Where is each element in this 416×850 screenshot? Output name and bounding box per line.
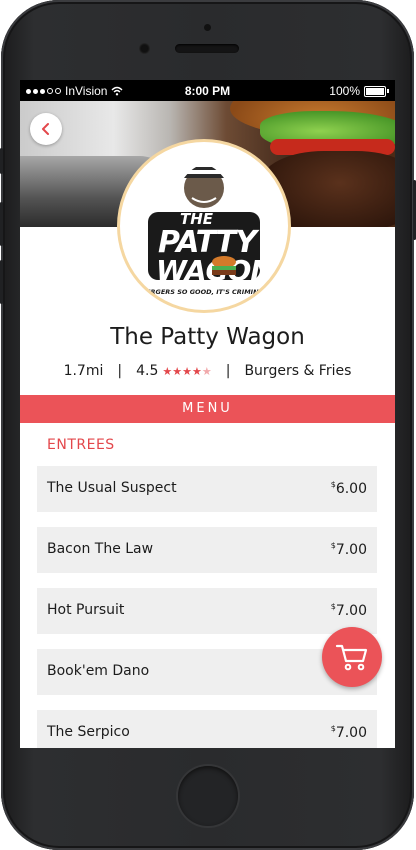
logo-tagline: BURGERS SO GOOD, IT'S CRIMINAL [140, 288, 267, 296]
rating-value: 4.5 [136, 363, 159, 379]
logo-artwork: THE PATTY WAGON BURGERS SO GOOD, IT'S CR… [140, 164, 274, 296]
menu-item[interactable]: Bacon The Law $7.00 [37, 527, 377, 573]
star-icon: ★ [172, 364, 183, 378]
menu-header-bar: MENU [20, 395, 395, 423]
restaurant-name: The Patty Wagon [110, 324, 305, 350]
menu-item-name: The Serpico [47, 724, 130, 740]
meta-separator: | [117, 363, 123, 379]
volume-up-button [0, 202, 3, 246]
mute-switch [0, 148, 3, 174]
star-half-icon: ★ [201, 364, 212, 378]
menu-item[interactable]: The Serpico $7.00 [37, 710, 377, 748]
device: InVision 8:00 PM 100% THE PATTY BURGERS … [0, 0, 416, 850]
category-label: Burgers & Fries [244, 363, 352, 379]
status-right: 100% [329, 84, 389, 98]
menu-item[interactable]: Hot Pursuit $7.00 [37, 588, 377, 634]
status-bar: InVision 8:00 PM 100% [20, 80, 395, 101]
app-screen: InVision 8:00 PM 100% THE PATTY BURGERS … [20, 80, 395, 748]
proximity-sensor [204, 24, 211, 31]
star-icon: ★ [162, 364, 173, 378]
earpiece-speaker [175, 44, 239, 53]
front-camera [139, 43, 150, 54]
battery-percent: 100% [329, 84, 360, 98]
menu-item[interactable]: The Usual Suspect $6.00 [37, 466, 377, 512]
menu-item-price: $7.00 [330, 602, 367, 619]
restaurant-meta: 1.7mi | 4.5 ★ ★ ★ ★ ★ | Burgers & Fries [20, 363, 395, 379]
home-button[interactable] [178, 766, 238, 826]
battery-tip-icon [387, 89, 389, 93]
menu-item-price: $6.00 [330, 480, 367, 497]
star-icon: ★ [182, 364, 192, 378]
star-icon: ★ [191, 364, 202, 378]
meta-separator: | [225, 363, 231, 379]
menu-item-price: $7.00 [330, 541, 367, 558]
menu-item-name: Bacon The Law [47, 541, 154, 557]
menu-item-name: The Usual Suspect [47, 480, 177, 496]
distance-label: 1.7mi [63, 363, 104, 379]
section-title-entrees: ENTREES [47, 437, 115, 453]
cart-button[interactable] [322, 627, 382, 687]
menu-item-price: $7.00 [330, 724, 367, 741]
restaurant-logo: THE PATTY WAGON BURGERS SO GOOD, IT'S CR… [117, 139, 291, 313]
shopping-cart-icon [335, 644, 368, 671]
back-button[interactable] [30, 113, 62, 145]
menu-item-name: Hot Pursuit [47, 602, 125, 618]
rating-stars: ★ ★ ★ ★ ★ [162, 365, 211, 378]
menu-item-name: Book'em Dano [47, 663, 150, 679]
battery-icon [364, 85, 386, 97]
chevron-left-icon [42, 123, 49, 135]
volume-down-button [0, 260, 3, 304]
